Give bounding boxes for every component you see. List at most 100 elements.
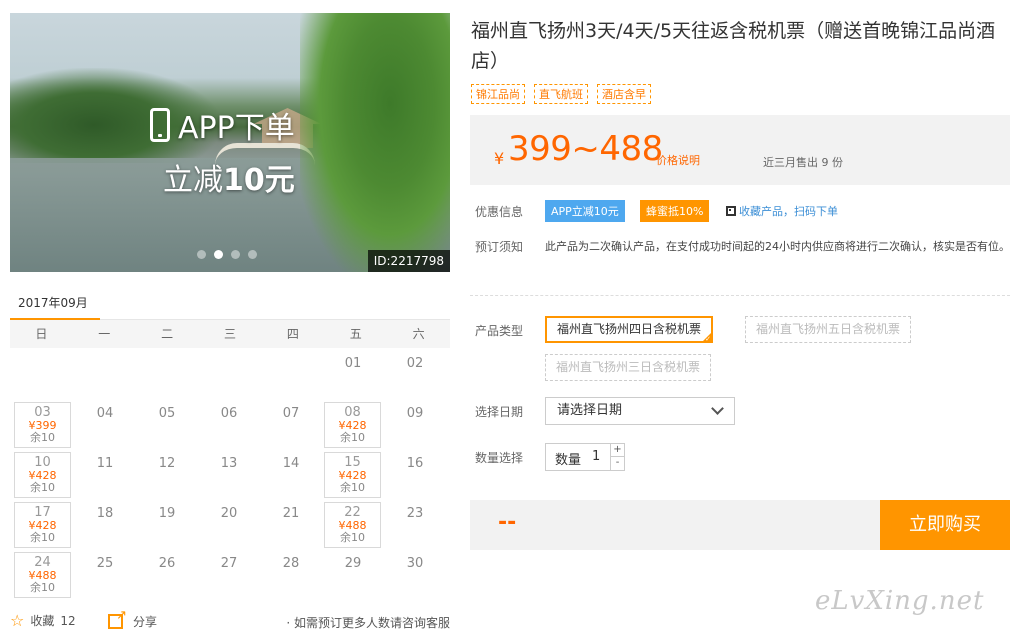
booking-notice-label: 预订须知 (475, 240, 524, 254)
product-title: 福州直飞扬州3天/4天/5天往返含税机票（赠送首晚锦江品尚酒店） (471, 20, 996, 72)
calendar-day-available[interactable]: 03 ¥399 余10 (14, 402, 71, 448)
calendar-empty-cell (74, 350, 136, 400)
calendar-day-remaining: 余10 (340, 431, 365, 444)
weekday-label: 二 (161, 327, 174, 341)
buy-now-button[interactable]: 立即购买 (880, 500, 1010, 550)
calendar-day-remaining: 余10 (340, 481, 365, 494)
calendar-day: 12 (136, 450, 198, 500)
calendar-day: 02 (384, 350, 446, 400)
calendar-weekday-header: 日一二三四五六 (10, 320, 450, 348)
favorite-label: 收藏 (30, 614, 55, 628)
hero-photo-trees-right (300, 13, 450, 272)
qr-link-label: 收藏产品，扫码下单 (739, 205, 838, 218)
calendar-day: 25 (74, 550, 136, 600)
calendar-day-remaining: 余10 (30, 531, 55, 544)
calendar-day: 07 (260, 400, 322, 450)
qr-code-icon (726, 206, 736, 216)
calendar-day-number: 20 (220, 506, 238, 521)
calendar-day-remaining: 余10 (30, 431, 55, 444)
calendar-day-available[interactable]: 24 ¥488 余10 (14, 552, 71, 598)
quantity-stepper[interactable]: 数量 1 + - (545, 443, 625, 471)
calendar-day-number: 29 (344, 556, 362, 571)
calendar-month-tab[interactable]: 2017年09月 (18, 294, 88, 311)
phone-icon (150, 108, 170, 142)
sold-count: 近三月售出 9 份 (763, 156, 843, 169)
purchase-bar: -- 立即购买 (470, 500, 1010, 550)
calendar-day: 29 (322, 550, 384, 600)
calendar-day-number: 06 (220, 406, 238, 421)
promo-line1-text: APP下单 (178, 111, 295, 146)
product-tag: 锦江品尚 (471, 84, 525, 104)
calendar-day-available[interactable]: 22 ¥488 余10 (324, 502, 381, 548)
quantity-value[interactable]: 1 (592, 449, 600, 464)
carousel-dot[interactable] (214, 250, 223, 259)
product-actions: ☆ 收藏 12 分享 · 如需预订更多人数请咨询客服 (10, 608, 450, 632)
calendar-day: 14 (260, 450, 322, 500)
favorite-button[interactable]: ☆ 收藏 12 (10, 612, 76, 629)
calendar-day-number: 13 (220, 456, 238, 471)
calendar-day: 20 (198, 500, 260, 550)
watermark: eLvXing.net (815, 586, 985, 616)
calendar-day: 16 (384, 450, 446, 500)
calendar-day-number: 11 (96, 456, 114, 471)
calendar-day: 11 (74, 450, 136, 500)
calendar-empty-cell (198, 350, 260, 400)
quantity-increment-button[interactable]: + (610, 444, 624, 457)
carousel-dot[interactable] (248, 250, 257, 259)
date-select-placeholder: 请选择日期 (557, 403, 623, 418)
product-tag: 直飞航班 (534, 84, 588, 104)
quantity-field-label: 数量 (555, 453, 582, 468)
calendar-day-remaining: 余10 (30, 481, 55, 494)
calendar-day-number: 15 (344, 455, 361, 470)
product-type-option-3day[interactable]: 福州直飞扬州三日含税机票 (545, 354, 712, 381)
calendar-day-available[interactable]: 15 ¥428 余10 (324, 452, 381, 498)
quantity-label: 数量选择 (475, 451, 524, 465)
calendar-day-number: 07 (282, 406, 300, 421)
share-button[interactable]: 分享 (108, 608, 157, 630)
calendar-day: 27 (198, 550, 260, 600)
booking-notice-text: 此产品为二次确认产品，在支付成功时间起的24小时内供应商将进行二次确认，核实是否… (545, 240, 1010, 253)
product-type-label: 产品类型 (475, 324, 524, 338)
total-price: -- (498, 510, 517, 535)
currency-symbol: ¥ (494, 149, 505, 168)
calendar-day: 28 (260, 550, 322, 600)
calendar-day: 21 (260, 500, 322, 550)
hero-carousel[interactable]: APP下单 立减10元 ID:2217798 (10, 13, 450, 272)
favorite-count: 12 (60, 613, 76, 628)
section-divider (470, 295, 1010, 296)
calendar-day-number: 28 (282, 556, 300, 571)
calendar-day: 19 (136, 500, 198, 550)
calendar-day-available[interactable]: 10 ¥428 余10 (14, 452, 71, 498)
carousel-dot[interactable] (197, 250, 206, 259)
product-type-option-5day[interactable]: 福州直飞扬州五日含税机票 (745, 316, 912, 343)
calendar-day-number: 21 (282, 506, 300, 521)
calendar-day-number: 14 (282, 456, 300, 471)
price-explanation-link[interactable]: 价格说明 (656, 152, 700, 168)
calendar-empty-cell (260, 350, 322, 400)
calendar-day-available[interactable]: 17 ¥428 余10 (14, 502, 71, 548)
calendar-day-number: 03 (34, 405, 51, 420)
product-tag: 酒店含早 (597, 84, 651, 104)
calendar-day-number: 09 (406, 406, 424, 421)
consult-service-link[interactable]: · 如需预订更多人数请咨询客服 (286, 614, 450, 631)
calendar-day: 13 (198, 450, 260, 500)
calendar-day-number: 18 (96, 506, 114, 521)
qr-order-link[interactable]: 收藏产品，扫码下单 (726, 203, 838, 219)
calendar-day-number: 30 (406, 556, 424, 571)
calendar-day-number: 23 (406, 506, 424, 521)
quantity-decrement-button[interactable]: - (610, 457, 624, 470)
calendar-day-number: 10 (34, 455, 51, 470)
calendar-day-number: 01 (344, 356, 362, 371)
calendar-day: 04 (74, 400, 136, 450)
calendar-day-number: 25 (96, 556, 114, 571)
star-icon: ☆ (10, 610, 25, 630)
product-type-option-4day[interactable]: 福州直飞扬州四日含税机票 (545, 316, 714, 344)
calendar-day-number: 08 (344, 405, 361, 420)
calendar-day: 09 (384, 400, 446, 450)
date-select-dropdown[interactable]: 请选择日期 (545, 397, 735, 425)
carousel-dot[interactable] (231, 250, 240, 259)
price-panel: ¥ 399~488 价格说明 近三月售出 9 份 (470, 115, 1010, 185)
weekday-label: 三 (224, 327, 237, 341)
calendar-day-number: 12 (158, 456, 176, 471)
calendar-day-available[interactable]: 08 ¥428 余10 (324, 402, 381, 448)
